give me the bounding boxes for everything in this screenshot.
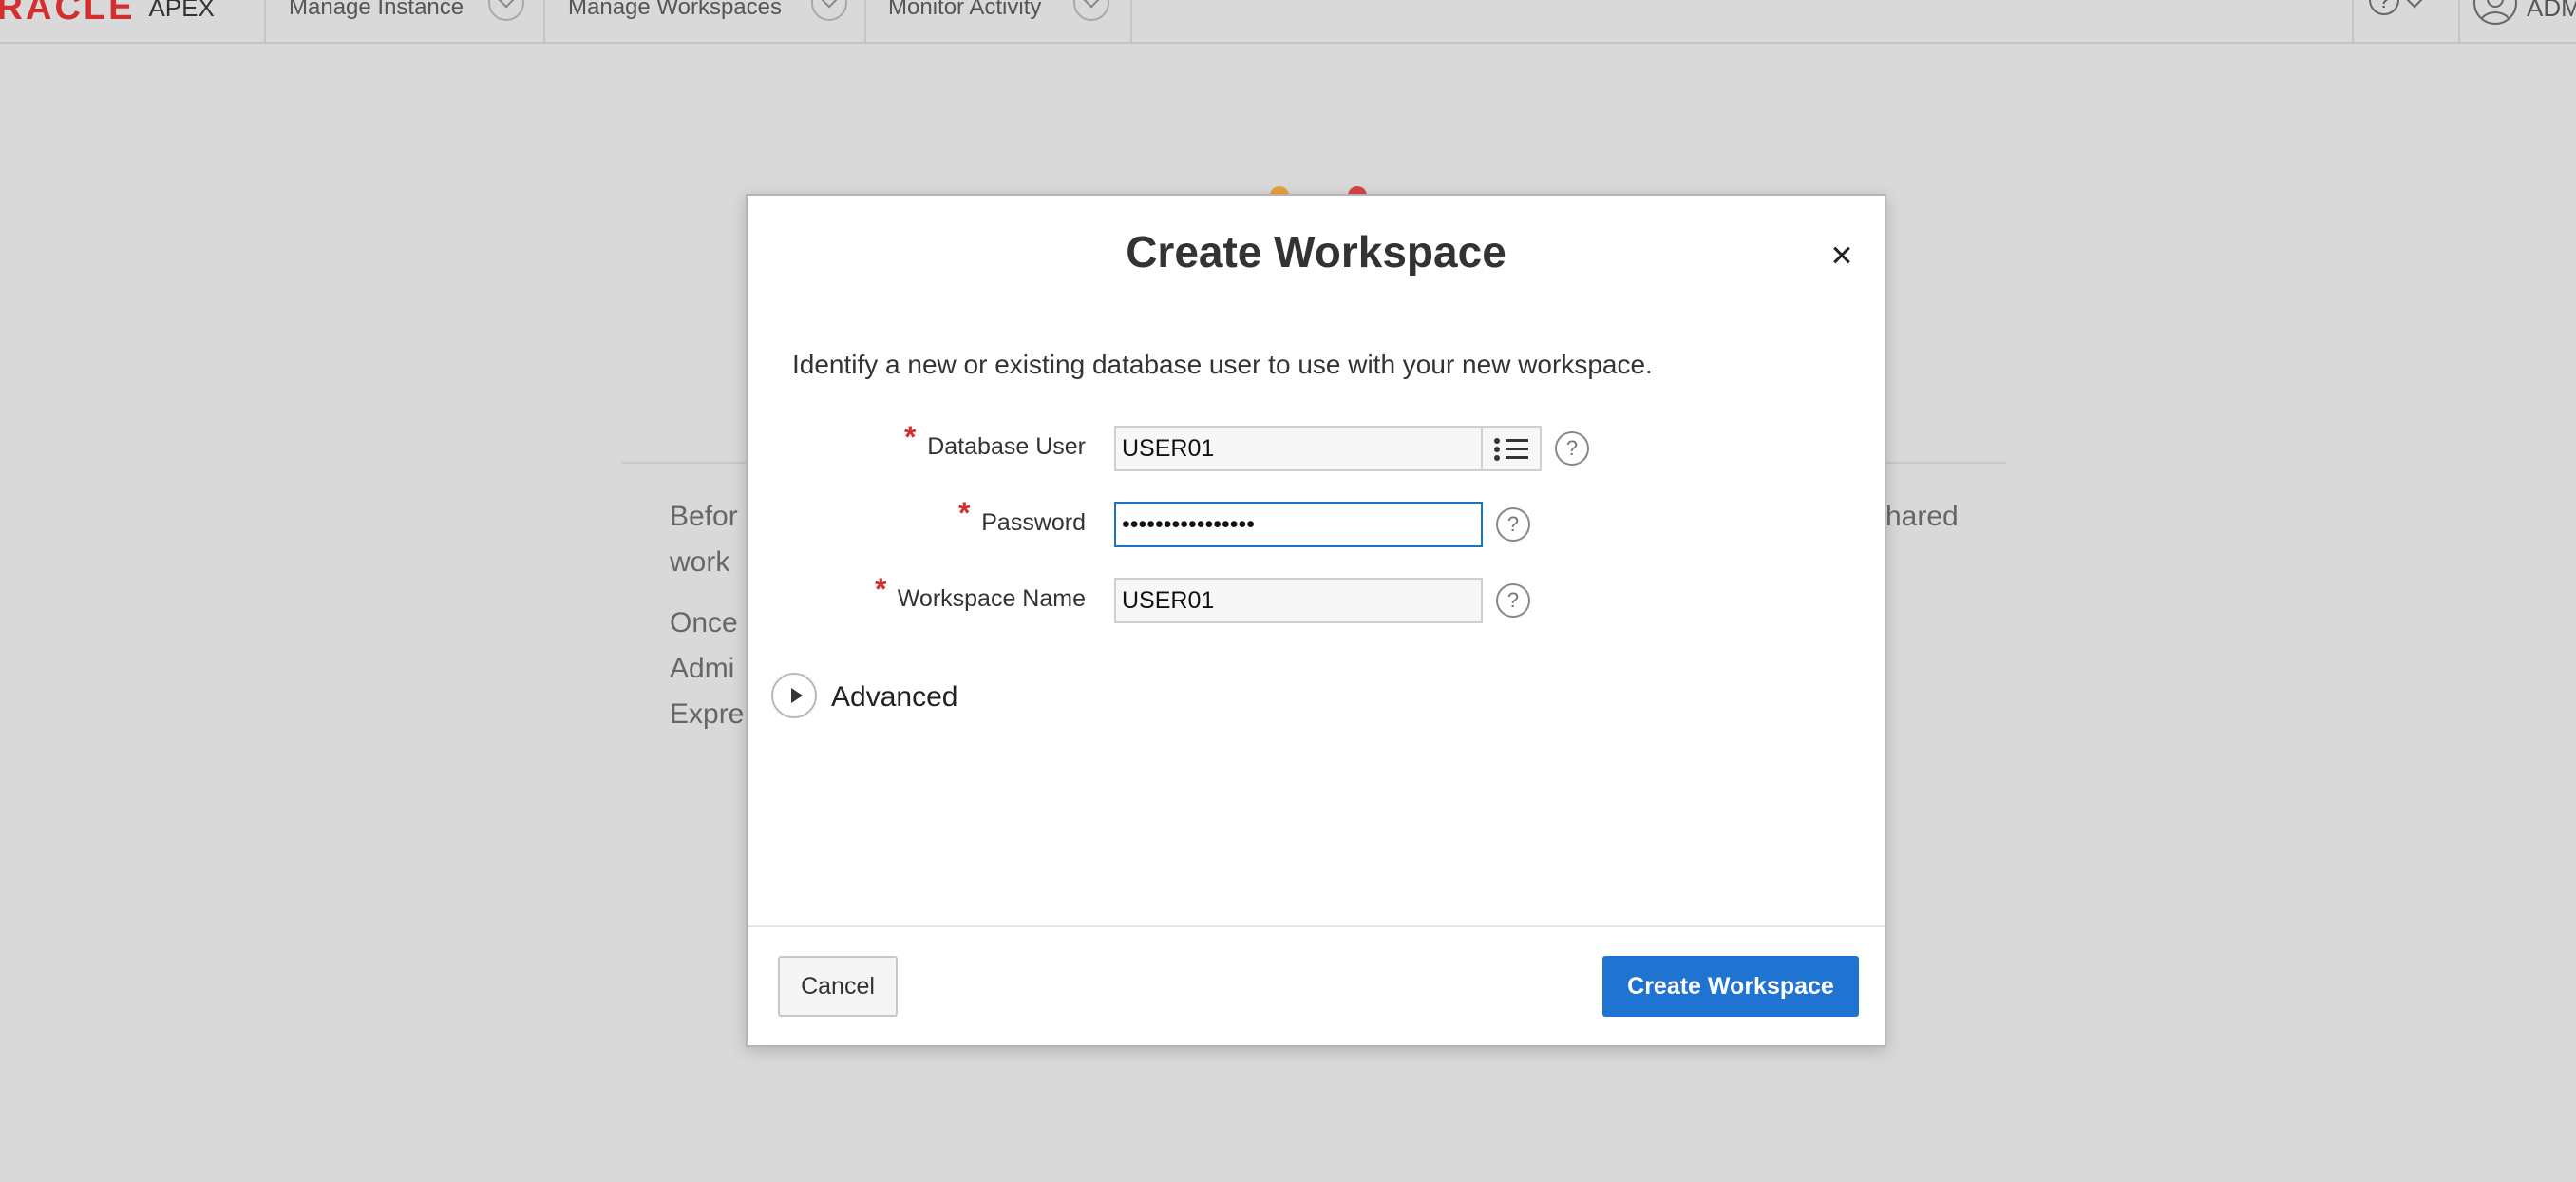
advanced-section-toggle[interactable]: Advanced [831, 681, 957, 714]
create-workspace-button[interactable]: Create Workspace [1602, 956, 1859, 1017]
chevron-down-icon[interactable] [2406, 0, 2423, 9]
chevron-down-icon[interactable] [488, 0, 524, 21]
nav-divider [2458, 0, 2460, 42]
close-icon[interactable] [1825, 238, 1859, 272]
help-icon[interactable]: ? [1496, 583, 1530, 618]
nav-manage-workspaces[interactable]: Manage Workspaces [568, 0, 782, 29]
list-icon[interactable] [1483, 426, 1542, 471]
help-icon[interactable]: ? [2369, 0, 2399, 15]
database-user-label: Database User [927, 433, 1086, 460]
password-field[interactable]: •••••••••••••••• [1114, 502, 1483, 547]
background-text: Once [670, 607, 738, 639]
background-text: Admi [670, 653, 735, 684]
nav-divider [1130, 0, 1132, 42]
background-text: hared [1885, 501, 1959, 532]
dialog-instruction: Identify a new or existing database user… [792, 350, 1653, 379]
workspace-name-field[interactable]: USER01 [1114, 578, 1483, 623]
nav-divider [2352, 0, 2354, 42]
background-text: Befor [670, 501, 738, 532]
nav-divider [543, 0, 545, 42]
brand-oracle-text: ORACLE [0, 0, 136, 28]
user-menu-label[interactable]: ADM [2527, 0, 2576, 29]
user-icon[interactable] [2473, 0, 2517, 25]
chevron-down-icon[interactable] [1073, 0, 1109, 21]
cancel-button[interactable]: Cancel [778, 956, 898, 1017]
chevron-right-icon[interactable] [771, 673, 817, 718]
password-label: Password [981, 509, 1086, 536]
help-icon[interactable]: ? [1555, 431, 1589, 466]
nav-divider [264, 0, 266, 42]
dialog-footer-divider [748, 925, 1885, 927]
required-marker: * [904, 420, 917, 454]
dialog-title: Create Workspace [1126, 227, 1506, 276]
database-user-field[interactable]: USER01 [1114, 426, 1483, 471]
nav-monitor-activity[interactable]: Monitor Activity [888, 0, 1041, 29]
background-text: work [670, 546, 730, 578]
nav-manage-instance[interactable]: Manage Instance [289, 0, 464, 29]
top-nav-bar: ORACLE APEX Manage Instance Manage Works… [0, 0, 2576, 44]
chevron-down-icon[interactable] [811, 0, 847, 21]
oracle-apex-logo[interactable]: ORACLE APEX [0, 0, 215, 29]
create-workspace-dialog: Create Workspace Identify a new or exist… [746, 194, 1886, 1047]
brand-apex-text: APEX [148, 0, 215, 22]
workspace-name-label: Workspace Name [897, 585, 1086, 612]
background-text: Expre [670, 698, 745, 730]
nav-divider [864, 0, 866, 42]
help-icon[interactable]: ? [1496, 507, 1530, 542]
